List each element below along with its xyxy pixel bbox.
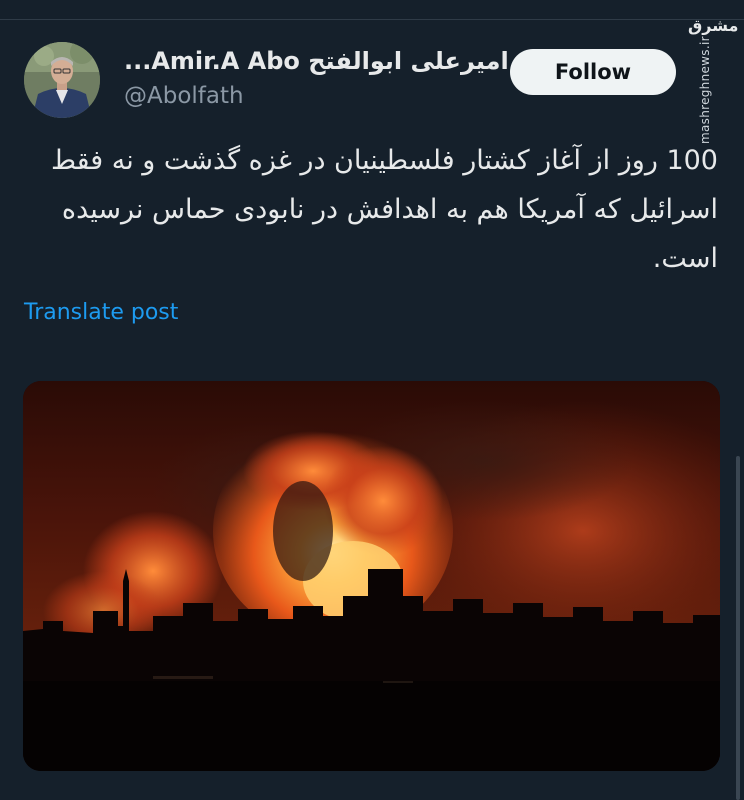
tweet-screen: ...Amir.A Abo امیرعلی ابوالفتح @Abolfath…: [0, 0, 744, 800]
watermark-url: mashreghnews.ir: [698, 36, 712, 144]
avatar[interactable]: [24, 42, 100, 118]
watermark: مشرق mashreghnews.ir: [688, 6, 739, 146]
tweet-media[interactable]: [23, 381, 720, 771]
handle[interactable]: @Abolfath: [124, 83, 244, 109]
top-divider: [0, 19, 744, 20]
follow-button[interactable]: Follow: [510, 49, 676, 95]
tweet-text: 100 روز از آغاز کشتار فلسطینیان در غزه گ…: [50, 145, 718, 274]
display-name[interactable]: ...Amir.A Abo امیرعلی ابوالفتح: [124, 47, 509, 75]
translate-post-link[interactable]: Translate post: [24, 300, 178, 325]
avatar-photo: [24, 42, 100, 118]
explosion-photo: [23, 381, 720, 771]
scrollbar[interactable]: [736, 456, 740, 800]
watermark-logo: مشرق: [688, 16, 739, 35]
